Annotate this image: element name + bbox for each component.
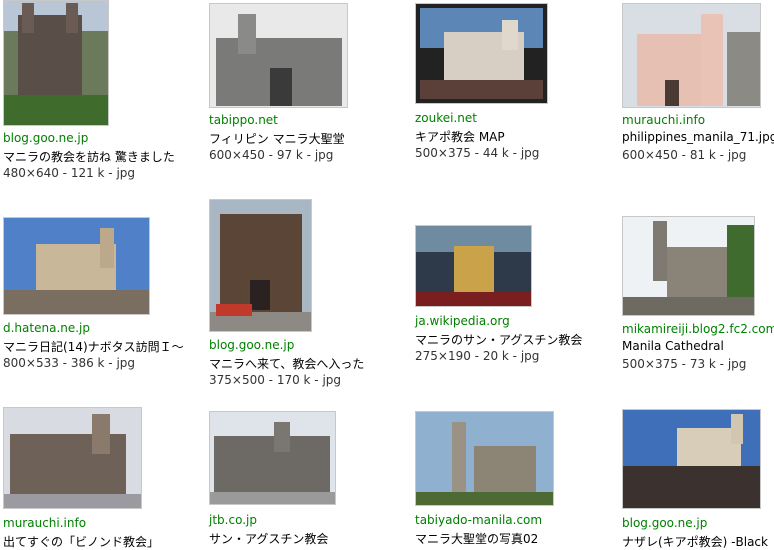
source-site[interactable]: tabippo.net [209,113,278,127]
thumbnail-8[interactable] [622,216,755,316]
thumbnail-11[interactable] [415,411,554,506]
result-meta: 600×450 - 97 k - jpg [209,148,334,162]
result-title[interactable]: 出てすぐの「ビノンド教会」 [3,533,159,550]
result-title[interactable]: マニラ日記(14)ナボタス訪問Ｉ～ [3,338,184,355]
result-title[interactable]: フィリピン マニラ大聖堂 [209,130,345,147]
source-site[interactable]: murauchi.info [3,516,86,530]
source-site[interactable]: tabiyado-manila.com [415,513,542,527]
result-title[interactable]: マニラへ来て、教会へ入った [209,355,364,372]
result-title[interactable]: マニラ大聖堂の写真02 [415,530,538,547]
source-site[interactable]: jtb.co.jp [209,513,257,527]
result-meta: 375×500 - 170 k - jpg [209,373,342,387]
result-meta: 600×450 - 81 k - jpg [622,148,747,162]
result-title[interactable]: Manila Cathedral [622,339,724,353]
result-title[interactable]: マニラの教会を訪ね 驚きました [3,148,175,165]
source-site[interactable]: ja.wikipedia.org [415,314,510,328]
result-meta: 500×375 - 73 k - jpg [622,357,747,371]
thumbnail-10[interactable] [209,411,336,505]
result-meta: 800×533 - 386 k - jpg [3,356,136,370]
source-site[interactable]: blog.goo.ne.jp [622,516,707,530]
result-meta: 480×640 - 121 k - jpg [3,166,136,180]
result-title[interactable]: キアポ教会 MAP [415,128,505,145]
thumbnail-12[interactable] [622,409,761,509]
thumbnail-9[interactable] [3,407,142,509]
thumbnail-7[interactable] [415,225,532,307]
source-site[interactable]: mikamireiji.blog2.fc2.com [622,322,774,336]
thumbnail-1[interactable] [3,0,109,126]
thumbnail-6[interactable] [209,199,312,332]
source-site[interactable]: blog.goo.ne.jp [3,131,88,145]
thumbnail-3[interactable] [415,3,548,104]
thumbnail-2[interactable] [209,3,348,108]
source-site[interactable]: zoukei.net [415,111,477,125]
thumbnail-5[interactable] [3,217,150,315]
source-site[interactable]: blog.goo.ne.jp [209,338,294,352]
result-title[interactable]: ナザレ(キアポ教会) -Black [622,533,768,550]
thumbnail-4[interactable] [622,3,761,108]
result-title[interactable]: マニラのサン・アグスチン教会 [415,331,582,348]
source-site[interactable]: d.hatena.ne.jp [3,321,90,335]
result-meta: 500×375 - 44 k - jpg [415,146,540,160]
source-site[interactable]: murauchi.info [622,113,705,127]
result-title[interactable]: サン・アグスチン教会 [209,530,328,547]
result-meta: 275×190 - 20 k - jpg [415,349,540,363]
result-title[interactable]: philippines_manila_71.jpg [622,130,774,144]
